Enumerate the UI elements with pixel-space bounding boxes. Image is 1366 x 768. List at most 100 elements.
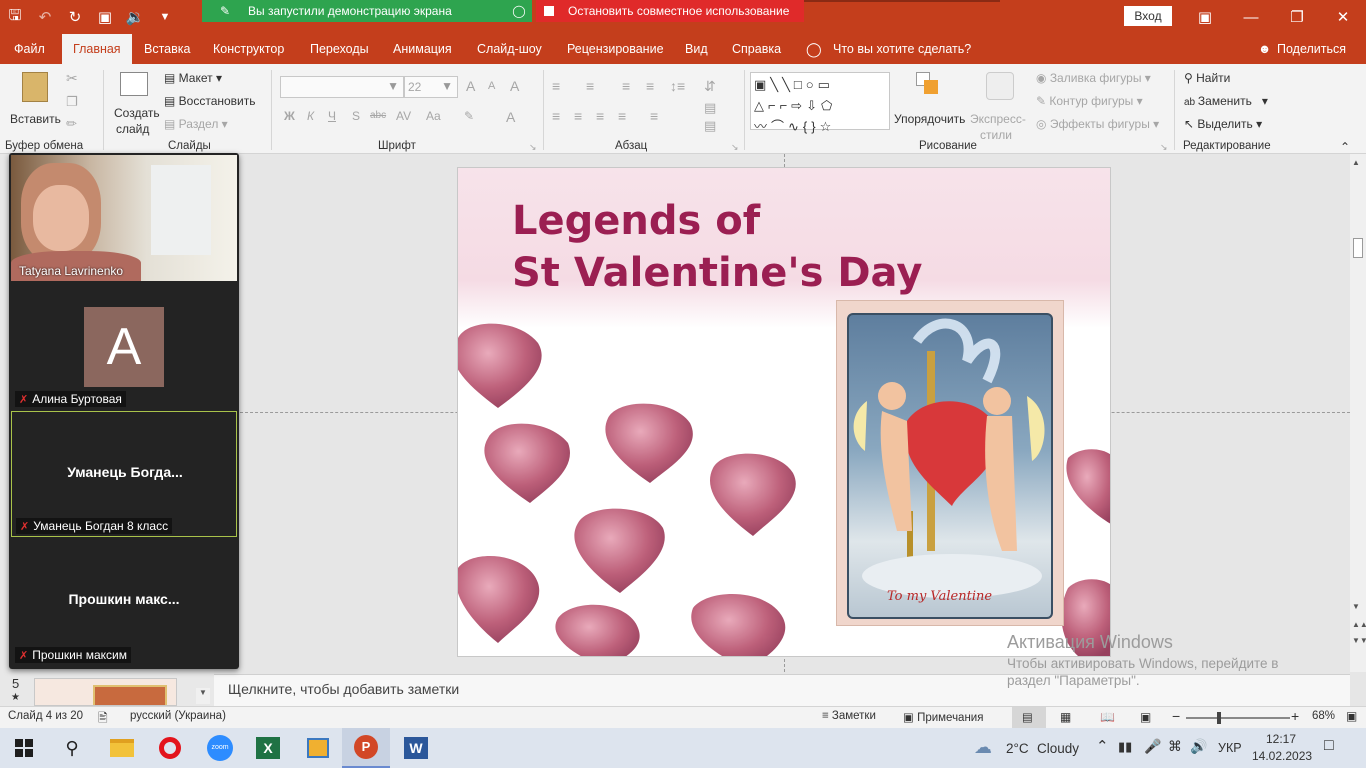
close-icon[interactable]: ✕ xyxy=(1320,0,1366,34)
char-spacing-button[interactable]: AV xyxy=(396,109,411,123)
tab-slideshow[interactable]: Слайд-шоу xyxy=(477,34,542,64)
battery-icon[interactable]: ▮▮ xyxy=(1118,739,1132,755)
justify-icon[interactable]: ≡ xyxy=(618,108,626,124)
present-icon[interactable]: ▣ xyxy=(90,0,120,34)
notes-placeholder[interactable]: Щелкните, чтобы добавить заметки xyxy=(228,681,459,697)
weather-text[interactable]: Cloudy xyxy=(1037,741,1079,756)
line-spacing-icon[interactable]: ↕≡ xyxy=(670,78,685,94)
shape-fill-button[interactable]: ◉ Заливка фигуры ▾ xyxy=(1036,71,1151,85)
bullets-icon[interactable]: ≡ xyxy=(552,78,560,94)
excel-icon[interactable]: X xyxy=(244,728,292,768)
smartart-icon[interactable]: ▤ xyxy=(704,118,716,134)
align-text-icon[interactable]: ▤ xyxy=(704,100,716,116)
format-painter-icon[interactable]: ✏ xyxy=(66,116,77,132)
arrange-button[interactable]: Упорядочить xyxy=(894,70,968,136)
tab-transitions[interactable]: Переходы xyxy=(310,34,369,64)
stop-share-button[interactable]: Остановить совместное использование xyxy=(536,0,804,22)
weather-temp[interactable]: 2°C xyxy=(1006,741,1029,756)
section-button[interactable]: ▤ Раздел ▾ xyxy=(164,117,228,131)
zoom-app-icon[interactable]: zoom xyxy=(196,728,244,768)
thumb-scroll-down-icon[interactable]: ▼ xyxy=(196,688,210,704)
input-language[interactable]: УКР xyxy=(1218,741,1242,755)
align-right-icon[interactable]: ≡ xyxy=(596,108,604,124)
shrink-font-icon[interactable]: A xyxy=(488,80,495,92)
zoom-slider-thumb[interactable] xyxy=(1217,712,1221,724)
reset-button[interactable]: ▤ Восстановить xyxy=(164,94,256,108)
highlight-icon[interactable]: ✎ xyxy=(464,109,474,123)
customize-qat-icon[interactable]: ▼ xyxy=(150,0,180,34)
scroll-thumb[interactable] xyxy=(1353,238,1363,258)
undo-icon[interactable]: ↶ xyxy=(30,0,60,34)
clock-time[interactable]: 12:17 xyxy=(1266,732,1296,746)
microphone-icon[interactable]: 🎤 xyxy=(1144,738,1161,755)
save-icon[interactable]: 🖫 xyxy=(0,0,30,34)
copy-icon[interactable]: ❐ xyxy=(66,94,78,110)
paste-button[interactable]: Вставить xyxy=(8,70,61,130)
tray-chevron-icon[interactable]: ⌃ xyxy=(1096,737,1109,755)
tab-file[interactable]: Файл xyxy=(14,34,45,64)
sorter-view-icon[interactable]: ▦ xyxy=(1060,710,1071,724)
scroll-down-icon[interactable]: ▼ xyxy=(1352,602,1360,611)
zoom-out-button[interactable]: − xyxy=(1172,708,1180,724)
tab-review[interactable]: Рецензирование xyxy=(567,34,664,64)
login-button[interactable]: Вход xyxy=(1124,6,1172,26)
volume-icon[interactable]: 🔊 xyxy=(1190,738,1207,755)
network-icon[interactable]: ⌘ xyxy=(1168,738,1182,755)
weather-cloud-icon[interactable]: ☁ xyxy=(974,737,992,758)
tell-me-search[interactable]: Что вы хотите сделать? xyxy=(833,34,971,64)
zoom-in-button[interactable]: + xyxy=(1291,708,1299,724)
redo-icon[interactable]: ↻ xyxy=(60,0,90,34)
restore-icon[interactable]: ❐ xyxy=(1274,0,1320,34)
notifications-icon[interactable]: □ xyxy=(1324,737,1334,755)
quick-styles-button[interactable]: Экспресс- стили xyxy=(968,70,1030,142)
slide-canvas[interactable]: Legends of St Valentine's Day To my Vale… xyxy=(458,168,1110,656)
replace-button[interactable]: ab Заменить ▾ xyxy=(1184,94,1268,108)
select-button[interactable]: ↖ Выделить ▾ xyxy=(1184,117,1262,131)
align-left-icon[interactable]: ≡ xyxy=(552,108,560,124)
valentine-card-image[interactable]: To my Valentine xyxy=(836,300,1064,626)
participant-tile-umanets[interactable]: Уманець Богда... ✗ Уманець Богдан 8 класс xyxy=(11,411,237,537)
drawing-dialog-icon[interactable]: ↘ xyxy=(1160,142,1168,153)
slide-title-line1[interactable]: Legends of xyxy=(512,198,760,244)
participant-tile-tatyana[interactable]: Tatyana Lavrinenko xyxy=(11,155,237,281)
normal-view-button[interactable]: ▤ xyxy=(1012,707,1046,728)
word-icon[interactable]: W xyxy=(392,728,440,768)
align-center-icon[interactable]: ≡ xyxy=(574,108,582,124)
font-dialog-icon[interactable]: ↘ xyxy=(529,142,537,153)
tab-help[interactable]: Справка xyxy=(732,34,781,64)
strikethrough-button[interactable]: abc xyxy=(370,110,386,121)
layout-button[interactable]: ▤ Макет ▾ xyxy=(164,71,222,85)
notes-toggle-button[interactable]: ≡ Заметки xyxy=(822,710,876,722)
fit-slide-icon[interactable]: ▣ xyxy=(1346,709,1357,723)
zoom-level[interactable]: 68% xyxy=(1312,710,1335,722)
decrease-indent-icon[interactable]: ≡ xyxy=(622,78,630,94)
clear-format-icon[interactable]: A xyxy=(510,78,519,94)
columns-icon[interactable]: ≡ xyxy=(650,108,658,124)
powerpoint-icon[interactable]: P xyxy=(342,728,390,768)
tab-insert[interactable]: Вставка xyxy=(144,34,190,64)
change-case-button[interactable]: Aa xyxy=(426,109,441,123)
shadow-button[interactable]: S xyxy=(352,109,360,123)
language-indicator[interactable]: русский (Украина) xyxy=(130,710,226,722)
start-button[interactable] xyxy=(0,728,48,768)
slide-title-line2[interactable]: St Valentine's Day xyxy=(512,250,922,296)
participant-tile-alina[interactable]: A ✗ Алина Буртовая xyxy=(11,283,237,409)
opera-icon[interactable] xyxy=(146,728,194,768)
paragraph-dialog-icon[interactable]: ↘ xyxy=(731,142,739,153)
slideshow-view-icon[interactable]: ▣ xyxy=(1140,710,1151,724)
tab-home[interactable]: Главная xyxy=(62,34,132,64)
numbering-icon[interactable]: ≡ xyxy=(586,78,594,94)
sound-icon[interactable]: 🔉 xyxy=(120,0,150,34)
tab-view[interactable]: Вид xyxy=(685,34,708,64)
font-name-box[interactable]: ▼ xyxy=(280,76,404,98)
media-player-icon[interactable] xyxy=(294,728,342,768)
increase-indent-icon[interactable]: ≡ xyxy=(646,78,654,94)
share-button[interactable]: Поделиться xyxy=(1277,34,1346,64)
bold-button[interactable]: Ж xyxy=(284,109,295,123)
tab-design[interactable]: Конструктор xyxy=(213,34,284,64)
cut-icon[interactable]: ✂ xyxy=(66,70,78,87)
comments-toggle-button[interactable]: ▣ Примечания xyxy=(903,710,983,724)
spelling-icon[interactable]: 🖹 xyxy=(98,709,108,730)
text-direction-icon[interactable]: ⇵ xyxy=(704,78,716,95)
slide-thumbnail-5[interactable] xyxy=(34,678,177,706)
